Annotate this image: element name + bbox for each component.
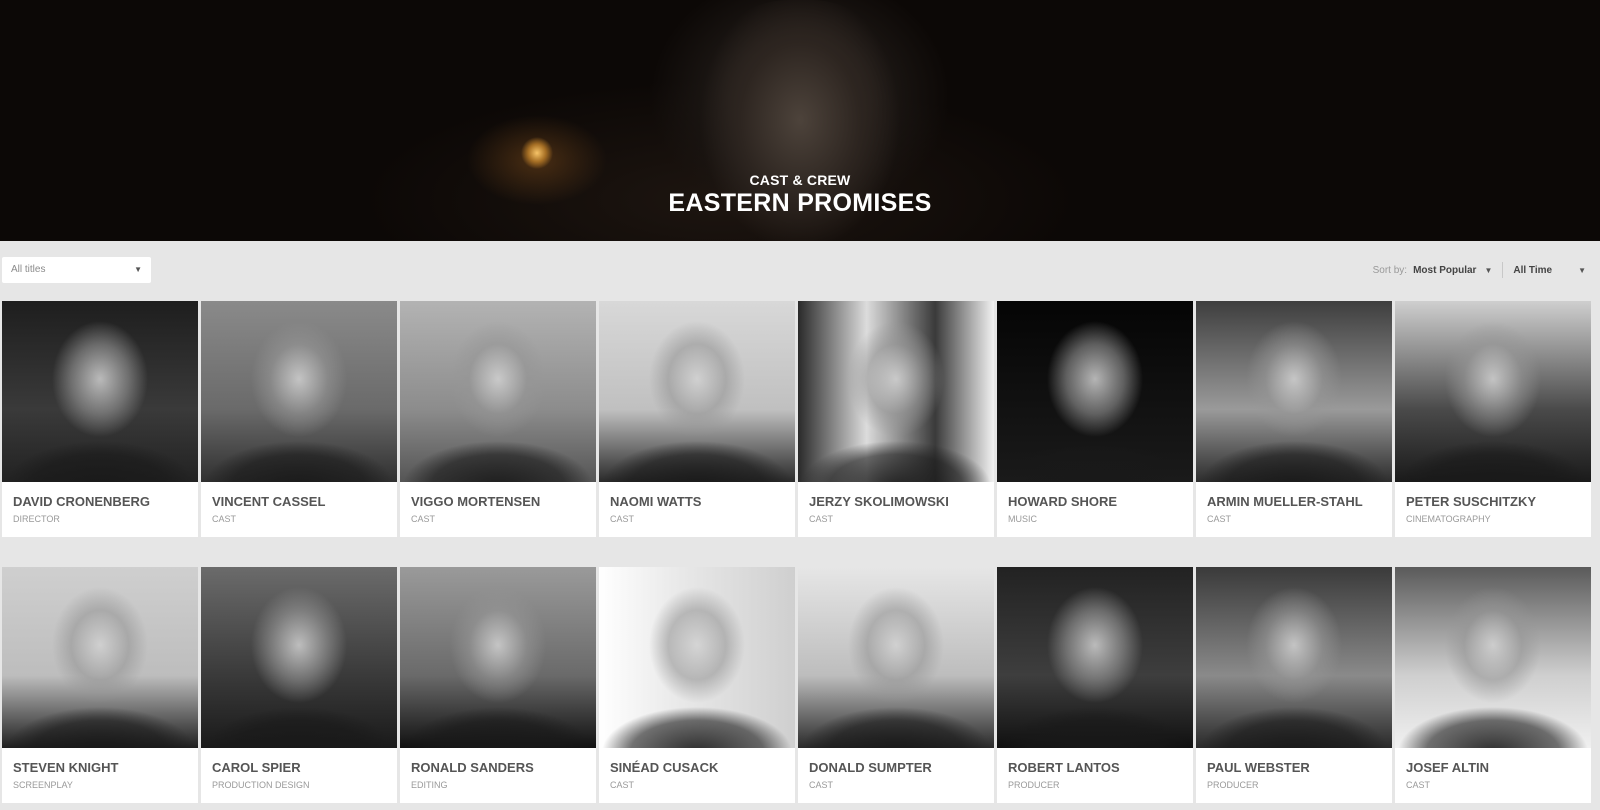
hero-banner: CAST & CREW EASTERN PROMISES	[0, 0, 1600, 241]
person-photo[interactable]	[599, 301, 795, 482]
person-card[interactable]: PETER SUSCHITZKY CINEMATOGRAPHY	[1395, 301, 1591, 537]
person-card[interactable]: DAVID CRONENBERG DIRECTOR	[2, 301, 198, 537]
person-photo[interactable]	[599, 567, 795, 748]
person-photo[interactable]	[1395, 567, 1591, 748]
person-card[interactable]: JERZY SKOLIMOWSKI CAST	[798, 301, 994, 537]
person-card[interactable]: JOSEF ALTIN CAST	[1395, 567, 1591, 803]
person-role: PRODUCTION DESIGN	[212, 780, 310, 790]
person-role: CAST	[809, 514, 834, 524]
person-card[interactable]: ROBERT LANTOS PRODUCER	[997, 567, 1193, 803]
person-name[interactable]: ROBERT LANTOS	[1008, 760, 1120, 775]
person-card[interactable]: DONALD SUMPTER CAST	[798, 567, 994, 803]
person-role: CAST	[610, 514, 635, 524]
chevron-down-icon[interactable]: ▼	[1484, 266, 1492, 275]
person-role: PRODUCER	[1008, 780, 1060, 790]
person-card[interactable]: HOWARD SHORE MUSIC	[997, 301, 1193, 537]
person-role: SCREENPLAY	[13, 780, 73, 790]
filter-bar: All titles ▼ Sort by: Most Popular ▼ All…	[0, 241, 1600, 297]
person-photo[interactable]	[997, 567, 1193, 748]
titles-filter-dropdown[interactable]: All titles ▼	[2, 257, 151, 283]
person-role: CAST	[212, 514, 237, 524]
hero-subtitle: CAST & CREW	[749, 172, 851, 188]
person-card[interactable]: VINCENT CASSEL CAST	[201, 301, 397, 537]
person-photo[interactable]	[2, 567, 198, 748]
person-card[interactable]: PAUL WEBSTER PRODUCER	[1196, 567, 1392, 803]
sort-dropdown[interactable]: Most Popular	[1413, 265, 1476, 276]
person-role: CAST	[1406, 780, 1431, 790]
person-name[interactable]: HOWARD SHORE	[1008, 494, 1117, 509]
person-card[interactable]: ARMIN MUELLER-STAHL CAST	[1196, 301, 1392, 537]
person-role: CINEMATOGRAPHY	[1406, 514, 1491, 524]
person-name[interactable]: RONALD SANDERS	[411, 760, 534, 775]
person-photo[interactable]	[798, 301, 994, 482]
person-name[interactable]: CAROL SPIER	[212, 760, 301, 775]
person-name[interactable]: JOSEF ALTIN	[1406, 760, 1489, 775]
person-name[interactable]: DONALD SUMPTER	[809, 760, 932, 775]
person-name[interactable]: PAUL WEBSTER	[1207, 760, 1310, 775]
person-photo[interactable]	[400, 567, 596, 748]
person-role: CAST	[610, 780, 635, 790]
person-role: CAST	[809, 780, 834, 790]
person-role: MUSIC	[1008, 514, 1037, 524]
person-photo[interactable]	[1196, 567, 1392, 748]
person-role: CAST	[411, 514, 436, 524]
person-name[interactable]: VINCENT CASSEL	[212, 494, 325, 509]
person-role: PRODUCER	[1207, 780, 1259, 790]
sort-controls: Sort by: Most Popular ▼ All Time ▼	[1373, 257, 1586, 283]
person-name[interactable]: ARMIN MUELLER-STAHL	[1207, 494, 1363, 509]
person-card[interactable]: RONALD SANDERS EDITING	[400, 567, 596, 803]
person-role: DIRECTOR	[13, 514, 60, 524]
person-card[interactable]: NAOMI WATTS CAST	[599, 301, 795, 537]
person-name[interactable]: STEVEN KNIGHT	[13, 760, 118, 775]
person-name[interactable]: SINÉAD CUSACK	[610, 760, 718, 775]
divider	[1502, 262, 1504, 278]
person-name[interactable]: NAOMI WATTS	[610, 494, 701, 509]
person-name[interactable]: PETER SUSCHITZKY	[1406, 494, 1536, 509]
person-name[interactable]: JERZY SKOLIMOWSKI	[809, 494, 949, 509]
person-photo[interactable]	[400, 301, 596, 482]
person-role: CAST	[1207, 514, 1232, 524]
person-name[interactable]: VIGGO MORTENSEN	[411, 494, 540, 509]
person-card[interactable]: STEVEN KNIGHT SCREENPLAY	[2, 567, 198, 803]
person-card[interactable]: CAROL SPIER PRODUCTION DESIGN	[201, 567, 397, 803]
person-photo[interactable]	[1196, 301, 1392, 482]
time-range-dropdown[interactable]: All Time	[1513, 265, 1552, 276]
person-role: EDITING	[411, 780, 448, 790]
page-title: EASTERN PROMISES	[668, 189, 932, 217]
person-photo[interactable]	[997, 301, 1193, 482]
sort-label: Sort by:	[1372, 264, 1408, 276]
chevron-down-icon[interactable]: ▼	[1578, 266, 1586, 275]
person-card[interactable]: VIGGO MORTENSEN CAST	[400, 301, 596, 537]
person-photo[interactable]	[798, 567, 994, 748]
person-name[interactable]: DAVID CRONENBERG	[13, 494, 150, 509]
titles-filter-value: All titles	[11, 264, 46, 275]
person-card[interactable]: SINÉAD CUSACK CAST	[599, 567, 795, 803]
chevron-down-icon: ▼	[134, 265, 142, 274]
people-grid: DAVID CRONENBERG DIRECTOR VINCENT CASSEL…	[2, 301, 1600, 803]
person-photo[interactable]	[201, 567, 397, 748]
person-photo[interactable]	[2, 301, 198, 482]
person-photo[interactable]	[1395, 301, 1591, 482]
person-photo[interactable]	[201, 301, 397, 482]
